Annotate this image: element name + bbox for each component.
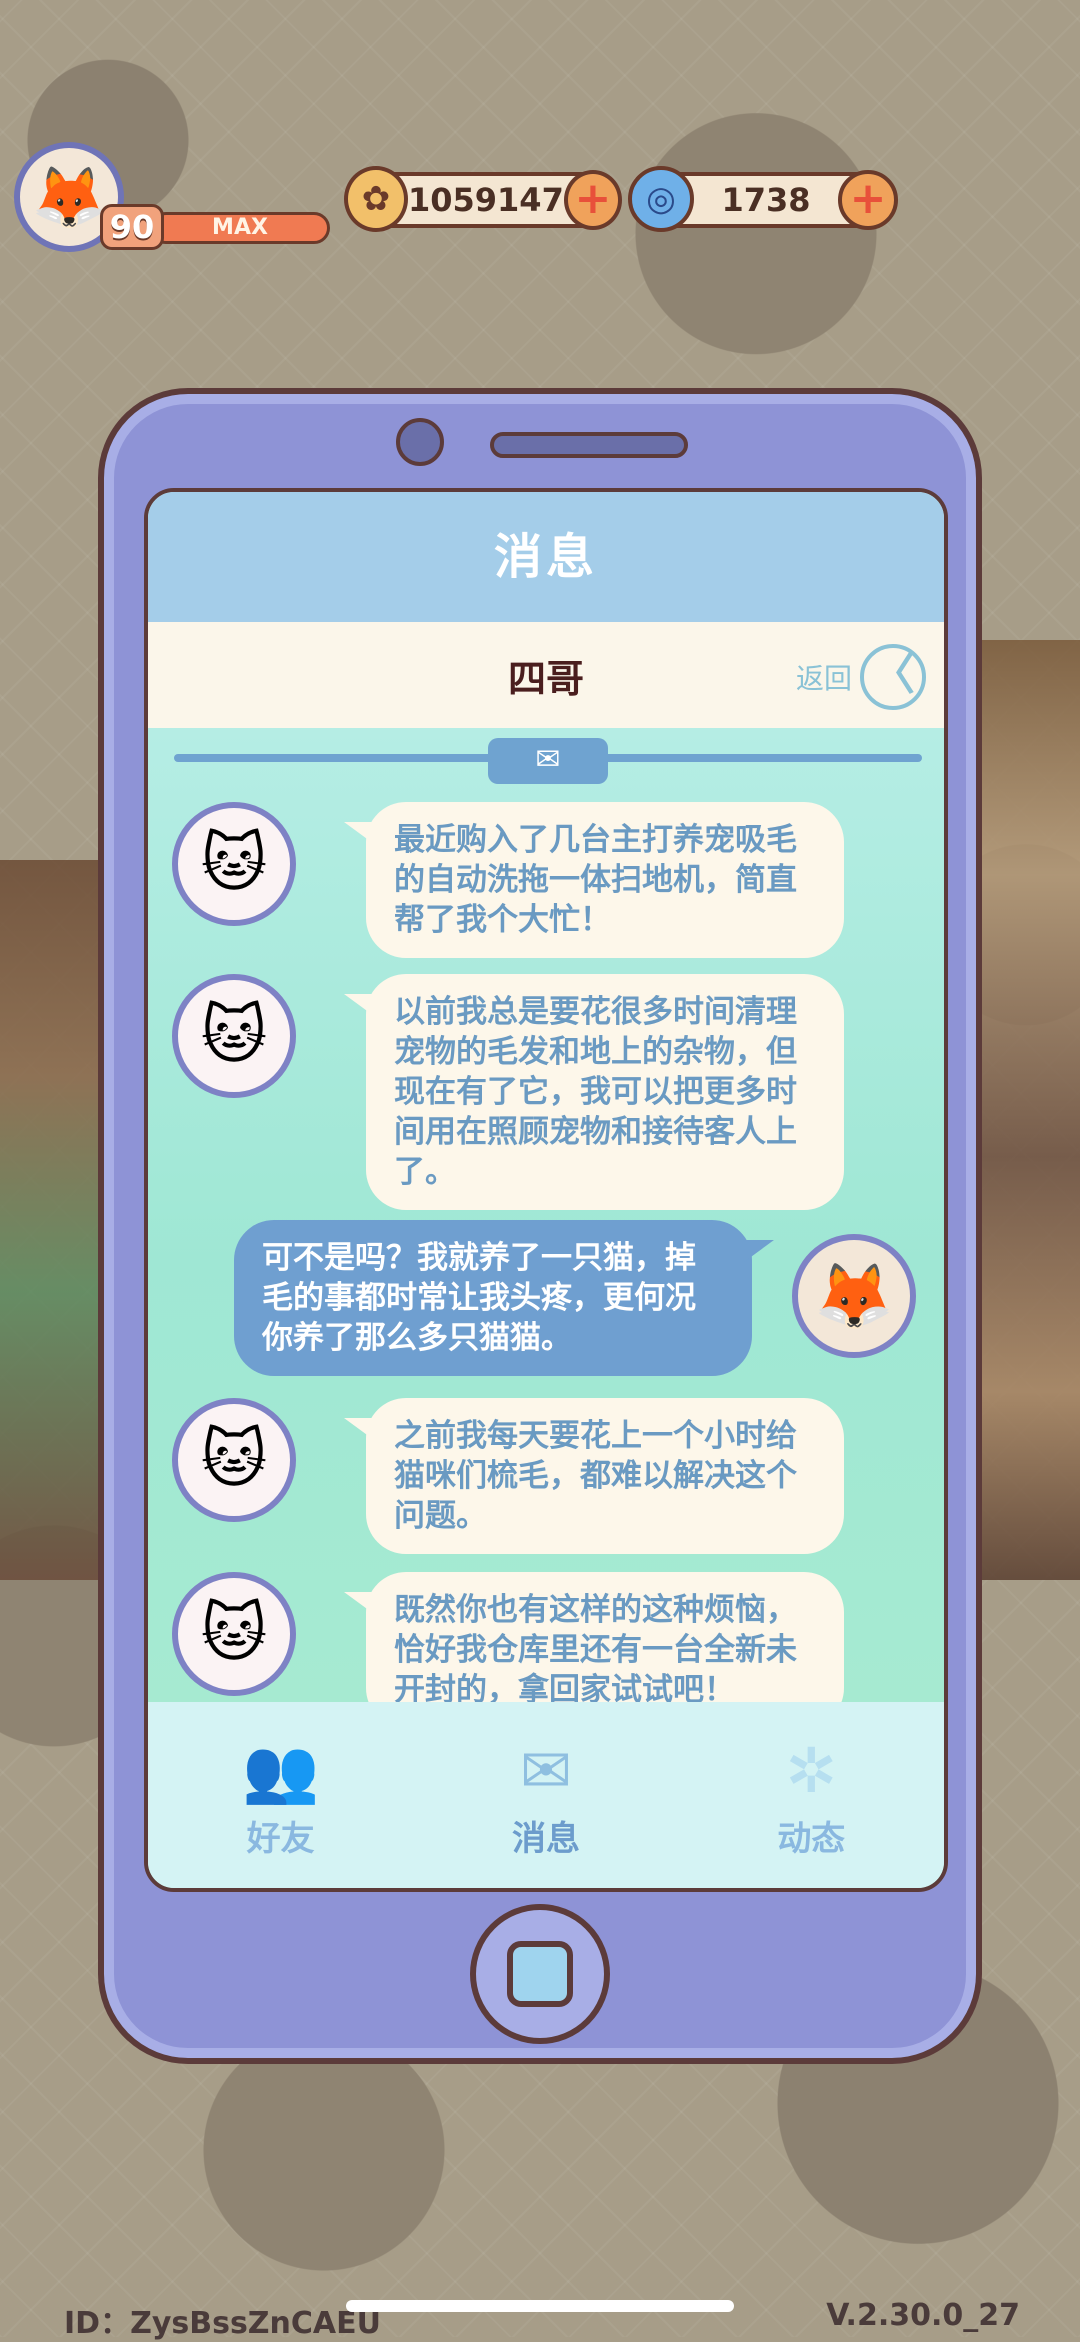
tab-messages[interactable]: ✉ 消息 — [466, 1731, 626, 1860]
gem-counter: ◎ 1738 + — [628, 166, 898, 232]
cat-avatar: 🐱 — [172, 974, 296, 1098]
back-label: 返回 — [795, 662, 852, 695]
message-bubble: 既然你也有这样的这种烦恼，恰好我仓库里还有一台全新未开封的，拿回家试试吧！ — [344, 1572, 844, 1702]
level-display: MAX 90 — [100, 204, 332, 250]
coin-icon: ✿ — [344, 166, 408, 232]
level-status: MAX — [150, 212, 330, 244]
chevron-left-icon: 〈 — [860, 644, 926, 710]
add-coins-button[interactable]: + — [563, 170, 622, 230]
camera-icon — [396, 418, 444, 466]
tab-moments[interactable]: ✲ 动态 — [731, 1731, 891, 1860]
phone-screen: 消息 四哥 返回 〈 ✉ 🐱 最近购入了几台主打养宠吸毛的自动洗拖一体扫地机，简… — [144, 488, 948, 1892]
back-button[interactable]: 返回 〈 — [796, 644, 926, 710]
bottom-nav: 👥 好友 ✉ 消息 ✲ 动态 — [148, 1702, 944, 1888]
tab-label: 动态 — [777, 1818, 846, 1859]
player-id: ID：ZysBssZnCAEU — [64, 2306, 382, 2341]
speaker — [490, 432, 688, 458]
coin-value: 1059147 — [407, 181, 564, 219]
screen-title: 消息 — [148, 492, 944, 622]
tab-label: 消息 — [511, 1818, 580, 1859]
phone-frame: 消息 四哥 返回 〈 ✉ 🐱 最近购入了几台主打养宠吸毛的自动洗拖一体扫地机，简… — [98, 388, 982, 2064]
cat-avatar: 🐱 — [172, 1572, 296, 1696]
message-bubble: 可不是吗？我就养了一只猫，掉毛的事都时常让我头疼，更何况你养了那么多只猫猫。 — [234, 1220, 774, 1376]
envelope-icon: ✉ — [488, 738, 608, 784]
cat-avatar: 🐱 — [172, 802, 296, 926]
friends-icon: 👥 — [242, 1733, 320, 1807]
room-scene-left — [0, 860, 110, 1580]
coin-counter: ✿ 1059147 + — [344, 166, 622, 232]
tab-label: 好友 — [246, 1818, 315, 1859]
player-chat-avatar: 🦊 — [792, 1234, 916, 1358]
contact-header: 四哥 返回 〈 — [148, 622, 944, 728]
message-bubble: 最近购入了几台主打养宠吸毛的自动洗拖一体扫地机，简直帮了我个大忙！ — [344, 802, 844, 958]
add-gems-button[interactable]: + — [838, 170, 898, 230]
home-button[interactable] — [470, 1904, 610, 2044]
level-number: 90 — [100, 204, 164, 250]
contact-name: 四哥 — [507, 656, 584, 701]
gem-value: 1738 — [721, 181, 811, 219]
cat-avatar: 🐱 — [172, 1398, 296, 1522]
message-bubble: 之前我每天要花上一个小时给猫咪们梳毛，都难以解决这个问题。 — [344, 1398, 844, 1554]
gem-icon: ◎ — [628, 166, 694, 232]
chat-list[interactable]: 🐱 最近购入了几台主打养宠吸毛的自动洗拖一体扫地机，简直帮了我个大忙！ 🐱 以前… — [148, 792, 944, 1702]
mail-icon: ✉ — [520, 1733, 572, 1807]
home-square-icon — [507, 1941, 573, 2007]
tab-friends[interactable]: 👥 好友 — [201, 1731, 361, 1860]
moments-icon: ✲ — [785, 1733, 838, 1807]
room-scene-right — [980, 640, 1080, 1580]
message-bubble: 以前我总是要花很多时间清理宠物的毛发和地上的杂物，但现在有了它，我可以把更多时间… — [344, 974, 844, 1210]
home-indicator[interactable] — [346, 2300, 734, 2312]
version-label: V.2.30.0_27 — [826, 2298, 1020, 2333]
